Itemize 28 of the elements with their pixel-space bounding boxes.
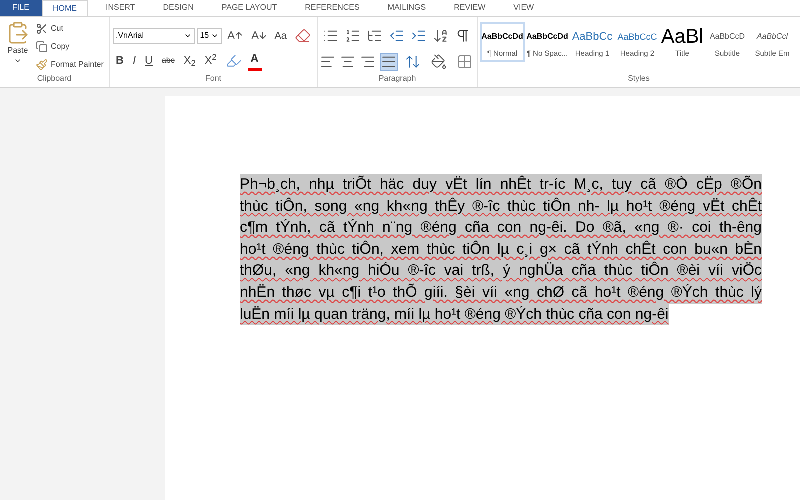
cut-button[interactable]: Cut	[36, 21, 104, 37]
paragraph-text: Ph¬b¸ch, nhµ triÕt häc duy vËt lín nhÊt tr-íc M¸c, tuy cã ®Ò cËp ®Õn thùc tiÔn, song «ng kh«ng thÊy ®-îc thùc tiÔn nh- lµ ho¹t ®éng vËt chÊt c¶m tÝnh, cã tÝnh n¨ng ®éng cña con ng-êi. Do ®ã, «ng ®· coi th-êng ho¹t ®éng thùc tiÔn, xem thùc tiÔn lµ c¸i g× cã tÝnh chÊt con bu«n bÈn thØu, «ng kh«ng hiÓu ®-îc vai trß, ý nghÜa cña thùc tiÔn ®èi víi viÖc nhËn thøc vµ c¶i t¹o thÕ giíi. §èi víi «ng chØ cã ho¹t ®éng ®Ých thùc lý luËn míi lµ quan träng, míi lµ ho¹t ®éng ®Ých thùc cña con ng-êi	[240, 174, 762, 326]
ribbon-tab[interactable]: HOME	[42, 0, 88, 16]
change-case-button[interactable]: Aa	[272, 26, 290, 46]
ribbon-tab[interactable]: REFERENCES	[295, 0, 370, 16]
font-color-button[interactable]: A	[248, 51, 262, 71]
superscript-button[interactable]: X$^{2}$	[202, 51, 220, 71]
subscript-button[interactable]: X$_{2}$	[180, 51, 199, 71]
italic-button[interactable]: I	[130, 51, 140, 71]
format-painter-button[interactable]: Format Painter	[36, 57, 104, 73]
ribbon-tab[interactable]: INSERT	[96, 0, 146, 16]
ribbon-tab[interactable]: VIEW	[504, 0, 544, 16]
bold-button[interactable]: B	[113, 51, 127, 71]
underline-button[interactable]: U	[142, 51, 156, 71]
group-label: Font	[204, 75, 222, 85]
file-tab[interactable]: FILE	[0, 0, 42, 16]
ribbon-tab[interactable]: DESIGN	[153, 0, 204, 16]
ribbon-tab[interactable]: PAGE LAYOUT	[212, 0, 288, 16]
font-size-field[interactable]: 15	[197, 28, 222, 44]
group-label: Paragraph	[378, 75, 418, 85]
group-label: Styles	[627, 75, 651, 85]
font-name-field[interactable]: .VnArial	[113, 28, 196, 44]
ribbon-tab[interactable]: REVIEW	[444, 0, 496, 16]
strikethrough-button[interactable]: abc	[158, 51, 178, 71]
paste-button[interactable]: Paste	[4, 21, 32, 75]
ribbon-tab[interactable]: MAILINGS	[378, 0, 436, 16]
group-label: Clipboard	[36, 75, 73, 85]
copy-button[interactable]: Copy	[36, 39, 104, 55]
